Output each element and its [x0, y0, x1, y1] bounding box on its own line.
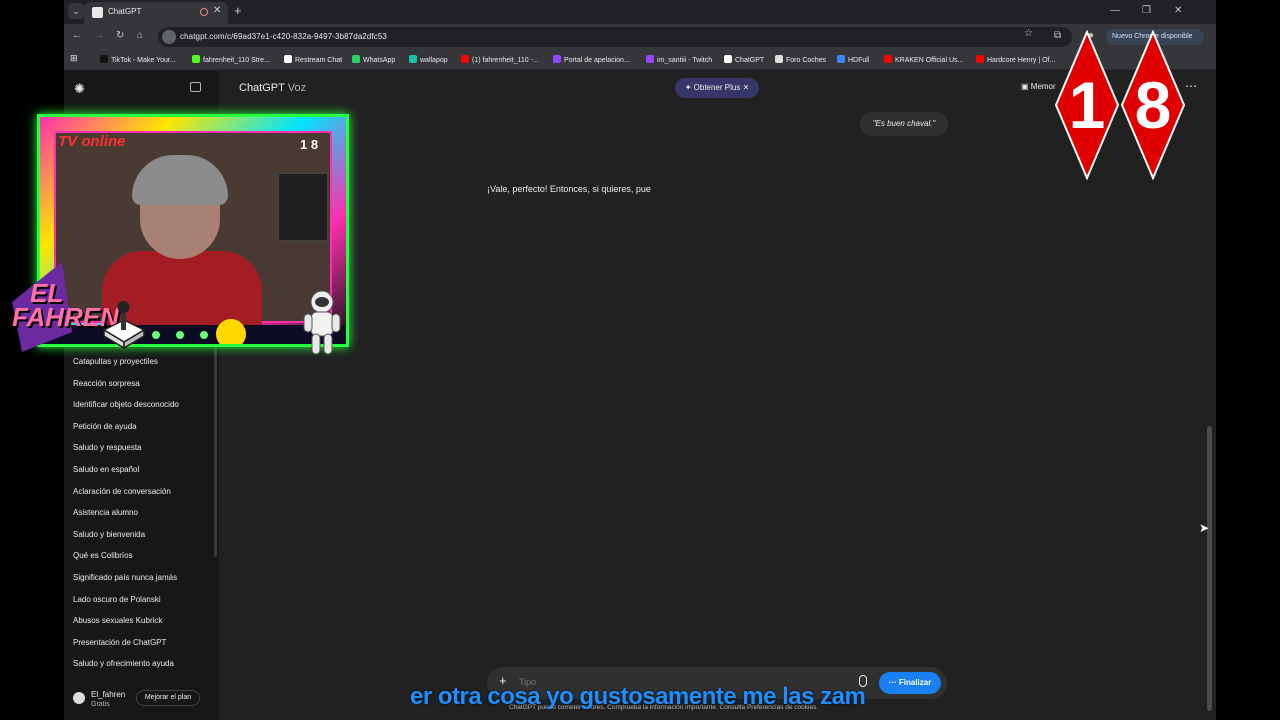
right-letterbox [1216, 0, 1280, 720]
twitch-icon [553, 55, 561, 63]
bookmark-item[interactable]: Portal de apelacion... [553, 55, 630, 64]
minimize-icon[interactable]: — [1110, 5, 1120, 16]
chatgpt-favicon-icon [92, 7, 103, 18]
history-item[interactable]: Saludo y respuesta [73, 441, 179, 463]
left-letterbox [0, 0, 64, 720]
wallapop-icon [409, 55, 417, 63]
site-info-icon[interactable] [162, 30, 176, 44]
page-title: ChatGPT [239, 82, 285, 94]
model-selector[interactable]: ChatGPT Voz [239, 82, 306, 94]
apps-grid-icon[interactable]: ⊞ [70, 53, 78, 64]
memory-label: Memor [1030, 82, 1056, 91]
age-rating-badge: 1 8 [1054, 30, 1186, 180]
model-variant: Voz [287, 82, 307, 94]
bookmark-item[interactable]: TikTok - Make Your... [100, 55, 176, 64]
tab-bar: ⌄ ChatGPT ✕ + — ❐ ✕ [64, 0, 1216, 24]
live-subtitle: er otra cosa yo gustosamente me las zam [410, 683, 866, 710]
tiktok-icon [100, 55, 108, 63]
browser-window: ⌄ ChatGPT ✕ + — ❐ ✕ ← → ↻ ⌂ chatgpt.com/… [64, 0, 1216, 720]
forocoches-icon [775, 55, 783, 63]
webcam-background-monitor [278, 173, 328, 241]
avatar [73, 692, 85, 704]
pellet-icon [152, 331, 160, 339]
twitch-icon [646, 55, 654, 63]
bookmark-item[interactable]: im_santiii - Twitch [646, 55, 712, 64]
cam-title: TV online [58, 133, 126, 150]
webcam-person-hair [132, 155, 228, 205]
recording-icon [200, 8, 208, 16]
bookmark-star-icon[interactable]: ☆ [1024, 28, 1033, 39]
cam-age-badge: 1 8 [300, 137, 319, 152]
history-item[interactable]: Catapultas y proyectiles [73, 355, 179, 377]
url-text: chatgpt.com/c/69ad37e1-c420-832a-9497-3b… [180, 32, 387, 41]
astronaut-icon [303, 290, 341, 355]
restream-icon [284, 55, 292, 63]
get-plus-button[interactable]: ✦ Obtener Plus ✕ [675, 78, 759, 98]
home-icon[interactable]: ⌂ [137, 30, 143, 41]
get-plus-label: Obtener Plus [693, 83, 741, 92]
chat-history-list: Catapultas y proyectiles Reacción sorpre… [73, 355, 179, 679]
age-digit-1: 1 [1069, 68, 1106, 142]
forward-icon[interactable]: → [94, 30, 104, 41]
reload-icon[interactable]: ↻ [116, 30, 124, 41]
bookmark-item[interactable]: WhatsApp [352, 55, 395, 64]
bookmark-item[interactable]: ChatGPT [724, 55, 764, 64]
history-item[interactable]: Saludo y ofrecimiento ayuda [73, 657, 179, 679]
age-digit-2: 8 [1135, 68, 1172, 142]
history-item[interactable]: Saludo en español [73, 463, 179, 485]
bookmark-item[interactable]: HDFull [837, 55, 869, 64]
history-item[interactable]: Reacción sorpresa [73, 377, 179, 399]
user-name: El_fahren [91, 690, 126, 699]
close-window-icon[interactable]: ✕ [1174, 5, 1182, 16]
hdfull-icon [837, 55, 845, 63]
memory-button[interactable]: ▣ Memor [1021, 82, 1056, 91]
bookmark-item[interactable]: Restream Chat [284, 55, 342, 64]
back-icon[interactable]: ← [72, 30, 82, 41]
user-account[interactable]: El_fahren Gratis Mejorar el plan [64, 684, 219, 720]
user-plan: Gratis [91, 701, 110, 708]
pellet-icon [176, 331, 184, 339]
tab-search-icon[interactable]: ⌄ [68, 3, 84, 19]
bookmark-item[interactable]: Hardcore Henry | Of... [976, 55, 1055, 64]
history-item[interactable]: Significado país nunca jamás [73, 571, 179, 593]
sidebar-toggle-icon[interactable] [190, 82, 201, 92]
bookmarks-bar: ⊞ TikTok - Make Your... fahrenheit_110 S… [64, 50, 1216, 70]
history-item[interactable]: Presentación de ChatGPT [73, 636, 179, 658]
assistant-message: ¡Vale, perfecto! Entonces, si quieres, p… [487, 184, 651, 194]
chatgpt-icon [724, 55, 732, 63]
bookmark-item[interactable]: wallapop [409, 55, 448, 64]
close-tab-icon[interactable]: ✕ [213, 5, 221, 16]
upgrade-plan-button[interactable]: Mejorar el plan [136, 690, 200, 706]
browser-toolbar: ← → ↻ ⌂ chatgpt.com/c/69ad37e1-c420-832a… [64, 24, 1216, 50]
history-item[interactable]: Petición de ayuda [73, 420, 179, 442]
bookmark-item[interactable]: fahrenheit_110 Stre... [192, 55, 270, 64]
main-scrollbar[interactable] [1207, 426, 1212, 711]
youtube-icon [976, 55, 984, 63]
pacman-icon [216, 319, 246, 344]
bookmark-item[interactable]: Foro Coches [775, 55, 826, 64]
address-bar[interactable]: chatgpt.com/c/69ad37e1-c420-832a-9497-3b… [158, 27, 1072, 47]
history-item[interactable]: Lado oscuro de Polanski [73, 593, 179, 615]
pellet-icon [200, 331, 208, 339]
openai-logo-icon[interactable]: ✺ [74, 81, 85, 97]
history-item[interactable]: Aclaración de conversación [73, 485, 179, 507]
history-item[interactable]: Abusos sexuales Kubrick [73, 614, 179, 636]
tab-title: ChatGPT [108, 7, 142, 16]
whatsapp-icon [352, 55, 360, 63]
history-item[interactable]: Saludo y bienvenida [73, 528, 179, 550]
restore-icon[interactable]: ❐ [1142, 5, 1151, 16]
new-tab-icon[interactable]: + [234, 3, 242, 18]
youtube-icon [461, 55, 469, 63]
bookmark-item[interactable]: (1) fahrenheit_110 -... [461, 55, 539, 64]
tab-chatgpt[interactable]: ChatGPT ✕ [84, 2, 228, 24]
history-item[interactable]: Asistencia alumno [73, 506, 179, 528]
youtube-icon [884, 55, 892, 63]
history-item[interactable]: Qué es Colibríos [73, 549, 179, 571]
joystick-icon [102, 301, 146, 350]
kick-icon [192, 55, 200, 63]
history-item[interactable]: Identificar objeto desconocido [73, 398, 179, 420]
user-message: "Es buen chaval." [860, 112, 948, 136]
bookmark-item[interactable]: KRAKEN Official Us... [884, 55, 963, 64]
mouse-cursor-icon: ➤ [1199, 521, 1210, 535]
